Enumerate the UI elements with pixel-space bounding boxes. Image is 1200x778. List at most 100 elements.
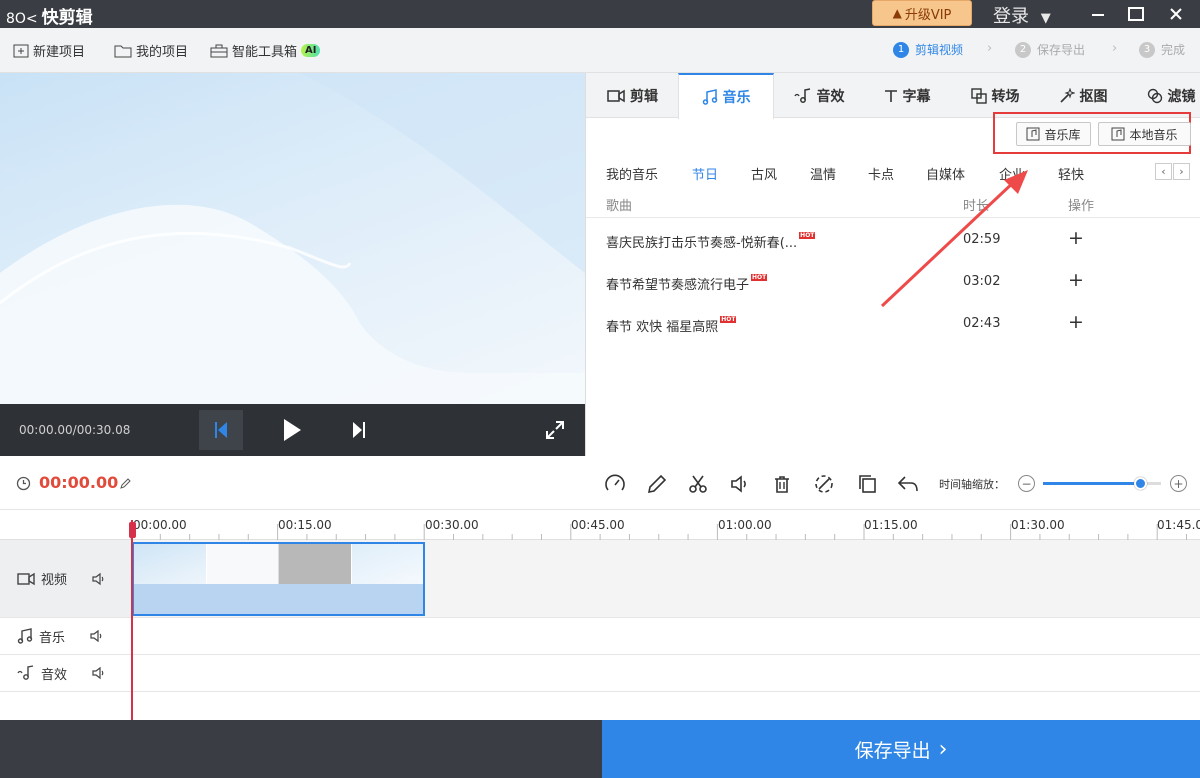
sound-effect-icon [793, 87, 810, 103]
col-action: 操作 [1068, 199, 1095, 214]
category-ancient[interactable]: 古风 [751, 164, 777, 183]
clock-icon [16, 476, 31, 491]
minimize-button[interactable] [1078, 0, 1118, 28]
edit-time-icon[interactable] [120, 478, 131, 489]
crop-button[interactable] [810, 470, 838, 498]
new-project-button[interactable]: 新建项目 [13, 41, 85, 60]
step-label: 完成 [1161, 43, 1186, 57]
sfx-track-name: 音效 [41, 667, 68, 683]
zoom-slider-handle[interactable] [1133, 477, 1147, 490]
close-button[interactable] [1156, 0, 1196, 28]
save-export-label: 保存导出 [854, 739, 931, 762]
hot-badge: HOT [751, 274, 768, 281]
tab-sound-effects[interactable]: 音效 [776, 73, 862, 118]
video-camera-icon [17, 572, 35, 585]
ruler-tick-label: 00:45.00 [571, 518, 625, 532]
category-my-music[interactable]: 我的音乐 [606, 164, 658, 183]
annotation-arrow [880, 170, 1028, 308]
transition-icon [970, 87, 987, 104]
ruler-tick-label: 01:30.00 [1011, 518, 1065, 532]
video-clip[interactable] [132, 542, 425, 616]
playhead[interactable] [131, 520, 133, 720]
add-song-button[interactable]: + [1068, 227, 1084, 249]
speed-button[interactable] [601, 470, 629, 498]
my-projects-label: 我的项目 [136, 45, 189, 60]
tab-label: 字幕 [902, 88, 931, 105]
timeline-toolbar: 00:00.00 时间轴缩放： − + [0, 456, 1200, 510]
cut-button[interactable] [684, 470, 712, 498]
zoom-slider[interactable] [1043, 477, 1161, 490]
category-festival[interactable]: 节日 [692, 164, 718, 183]
upgrade-vip-button[interactable]: ▲ 升级VIP [872, 0, 972, 26]
sfx-track-label: 音效 [0, 654, 131, 691]
tab-edit[interactable]: 剪辑 [586, 73, 679, 118]
edit-button[interactable] [643, 470, 671, 498]
clip-thumbnail [206, 544, 279, 584]
player-time: 00:00.00/00:30.08 [19, 423, 131, 437]
add-song-button[interactable]: + [1068, 269, 1084, 291]
scissors-icon [689, 475, 707, 493]
tab-label: 音乐 [722, 90, 751, 106]
ruler-tick-label: 00:30.00 [425, 518, 479, 532]
play-button[interactable] [276, 414, 308, 446]
add-song-button[interactable]: + [1068, 311, 1084, 333]
clip-thumbnail [351, 544, 423, 584]
track-volume-icon[interactable] [91, 666, 105, 680]
minus-icon: − [1021, 476, 1032, 491]
copy-icon [859, 475, 876, 493]
hot-badge: HOT [799, 232, 816, 239]
my-projects-button[interactable]: 我的项目 [114, 41, 188, 60]
copy-button[interactable] [853, 470, 881, 498]
crop-icon [815, 475, 833, 493]
plus-box-icon [13, 44, 29, 57]
music-track-lane[interactable] [131, 617, 1200, 654]
asset-panel: 剪辑 音乐 音效 字幕 转场 抠图 滤镜 音乐库 本地音乐 我的音乐 节日 古风… [585, 73, 1200, 456]
tab-music[interactable]: 音乐 [678, 73, 774, 119]
music-library-button[interactable]: 音乐库 [1016, 122, 1091, 146]
previous-frame-button[interactable] [199, 410, 243, 450]
category-warm[interactable]: 温情 [810, 164, 836, 183]
playhead-handle[interactable] [129, 522, 136, 538]
clip-thumbnail [279, 544, 352, 584]
timeline-ruler: 00:00.00 00:15.00 00:30.00 00:45.00 01:0… [0, 510, 1200, 540]
step-done: 3 完成 [1139, 41, 1185, 58]
video-preview[interactable] [0, 73, 585, 404]
camera-icon [607, 89, 625, 102]
step-number: 3 [1139, 41, 1155, 58]
song-title: 春节 欢快 福星高照HOT [606, 316, 737, 335]
track-volume-icon[interactable] [89, 629, 103, 643]
sound-effect-icon [17, 665, 34, 680]
volume-icon [731, 475, 746, 493]
volume-button[interactable] [725, 470, 753, 498]
category-prev-button[interactable]: ‹ [1155, 163, 1172, 180]
login-button[interactable]: 登录 ▼ [993, 2, 1051, 28]
category-light[interactable]: 轻快 [1058, 164, 1084, 183]
undo-button[interactable] [894, 470, 922, 498]
plus-icon: + [1173, 476, 1184, 491]
local-music-button[interactable]: 本地音乐 [1098, 122, 1191, 146]
chevron-right-icon: › [938, 736, 948, 762]
maximize-button[interactable] [1116, 0, 1156, 28]
category-next-button[interactable]: › [1173, 163, 1190, 180]
step-edit-video: 1 剪辑视频 [893, 41, 963, 58]
music-note-icon [702, 89, 717, 105]
music-library-label: 音乐库 [1044, 127, 1081, 142]
delete-button[interactable] [768, 470, 796, 498]
save-export-button[interactable]: 保存导出 › [602, 720, 1200, 778]
ruler-tick-label: 01:00.00 [718, 518, 772, 532]
song-title: 喜庆民族打击乐节奏感-悦新春(...HOT [606, 232, 816, 251]
ruler-tick-label: 00:00.00 [133, 518, 187, 532]
sfx-track-lane[interactable] [131, 654, 1200, 691]
fullscreen-button[interactable] [540, 416, 570, 444]
song-title: 春节希望节奏感流行电子HOT [606, 274, 768, 293]
title-bar: 8O< 快剪辑 ▲ 升级VIP 登录 ▼ [0, 0, 1200, 28]
zoom-in-button[interactable]: + [1170, 475, 1187, 492]
tab-subtitles[interactable]: 字幕 [864, 73, 950, 118]
next-frame-button[interactable] [344, 416, 374, 444]
zoom-out-button[interactable]: − [1018, 475, 1035, 492]
play-icon [284, 419, 301, 441]
track-volume-icon[interactable] [91, 572, 105, 586]
tab-label: 滤镜 [1167, 88, 1196, 105]
smart-toolbox-button[interactable]: 智能工具箱 AI [210, 41, 321, 60]
vip-label: 升级VIP [904, 7, 952, 23]
